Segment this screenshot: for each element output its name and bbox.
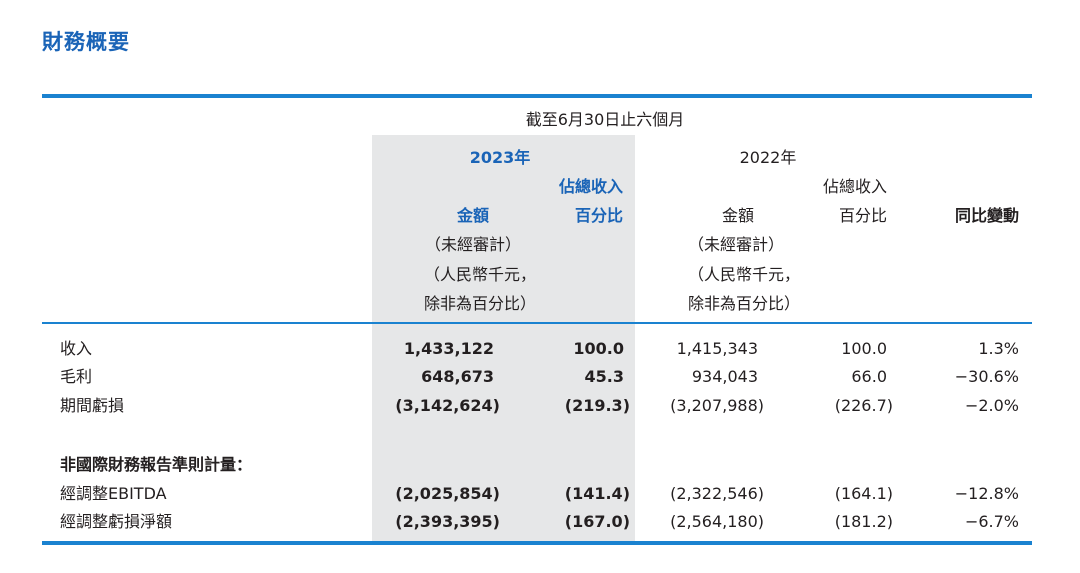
pct-label1-2022: 佔總收入 xyxy=(822,177,887,196)
amount-2022: 934,043 xyxy=(691,367,758,386)
row-label: 收入 xyxy=(60,339,93,358)
pct-2022: (164.1) xyxy=(834,484,893,503)
year-2023-header: 2023年 xyxy=(469,148,531,167)
row-label: 經調整EBITDA xyxy=(60,484,167,503)
yoy-change: 1.3% xyxy=(978,339,1019,358)
pct-2023: 45.3 xyxy=(584,367,624,386)
row-label: 期間虧損 xyxy=(60,396,125,415)
amount-2023: (2,393,395) xyxy=(395,512,500,531)
amount-2023: 648,673 xyxy=(421,367,494,386)
amount-note3-2023: 除非為百分比） xyxy=(423,294,536,313)
pct-2023: (167.0) xyxy=(564,512,630,531)
yoy-change: −6.7% xyxy=(964,512,1019,531)
amount-note1-2022: （未經審計） xyxy=(687,235,784,254)
amount-2023: 1,433,122 xyxy=(403,339,494,358)
row-label: 毛利 xyxy=(60,367,93,386)
amount-note1-2023: （未經審計） xyxy=(424,235,521,254)
amount-note3-2022: 除非為百分比） xyxy=(687,294,800,313)
amount-note2-2022: （人民幣千元， xyxy=(687,265,800,284)
pct-label1-2023: 佔總收入 xyxy=(558,177,623,196)
amount-2022: (3,207,988) xyxy=(670,396,764,415)
amount-2022: (2,322,546) xyxy=(670,484,764,503)
amount-2023: (3,142,624) xyxy=(395,396,500,415)
bottom-rule xyxy=(42,541,1032,545)
yoy-change: −12.8% xyxy=(954,484,1019,503)
header-rule xyxy=(42,322,1032,324)
pct-label2-2022: 百分比 xyxy=(838,206,887,225)
amount-2023: (2,025,854) xyxy=(395,484,500,503)
period-header: 截至6月30日止六個月 xyxy=(525,110,685,129)
pct-2022: (226.7) xyxy=(834,396,893,415)
yoy-change: −2.0% xyxy=(964,396,1019,415)
amount-2022: (2,564,180) xyxy=(670,512,764,531)
page-title: 財務概要 xyxy=(42,30,130,54)
row-label: 經調整虧損淨額 xyxy=(60,512,173,531)
pct-2022: 100.0 xyxy=(841,339,887,358)
pct-2023: 100.0 xyxy=(573,339,624,358)
yoy-label: 同比變動 xyxy=(954,206,1019,225)
pct-2022: 66.0 xyxy=(851,367,887,386)
pct-2023: (219.3) xyxy=(564,396,630,415)
pct-2022: (181.2) xyxy=(834,512,893,531)
yoy-change: −30.6% xyxy=(954,367,1019,386)
pct-2023: (141.4) xyxy=(564,484,630,503)
year-2022-header: 2022年 xyxy=(739,148,797,167)
pct-label2-2023: 百分比 xyxy=(574,206,623,225)
top-rule xyxy=(42,94,1032,98)
non-ifrs-heading: 非國際財務報告準則計量： xyxy=(60,455,253,474)
amount-note2-2023: （人民幣千元， xyxy=(423,265,536,284)
amount-2022: 1,415,343 xyxy=(676,339,758,358)
